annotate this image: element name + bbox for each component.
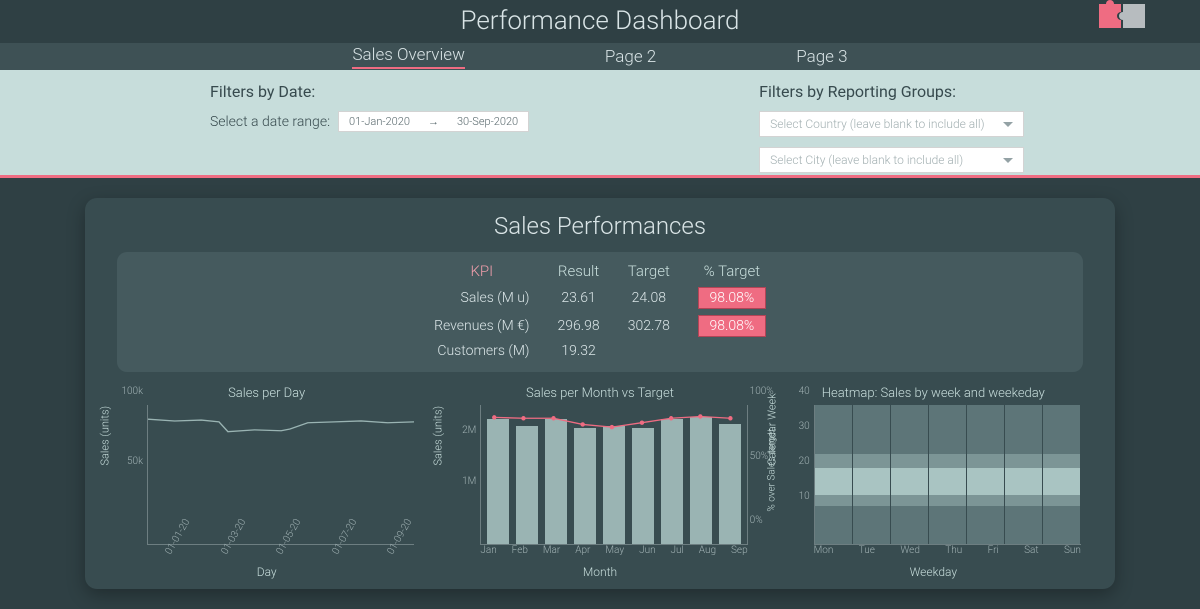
x-ticks: MonTueWedThuFriSatSun — [814, 545, 1081, 556]
country-placeholder: Select Country (leave blank to include a… — [770, 117, 984, 131]
puzzle-icon — [1123, 4, 1145, 28]
chart-sales-vs-target: Sales per Month vs Target Sales (units) … — [442, 386, 757, 579]
table-row: Sales (M u) 23.61 24.08 98.08% — [420, 284, 780, 312]
bar-plot[interactable] — [480, 405, 747, 545]
kpi-table: KPI Result Target % Target Sales (M u) 2… — [420, 258, 780, 362]
tab-page-3[interactable]: Page 3 — [796, 47, 847, 67]
chart-title: Heatmap: Sales by week and weekeday — [776, 386, 1091, 401]
kpi-col-pct: % Target — [684, 258, 780, 284]
filters-group-title: Filters by Reporting Groups: — [759, 82, 1024, 101]
chevron-down-icon — [1003, 122, 1013, 127]
y-axis-label: Sales (units) — [432, 405, 445, 465]
table-row: Revenues (M €) 296.98 302.78 98.08% — [420, 312, 780, 340]
page-tabs: Sales Overview Page 2 Page 3 — [0, 42, 1200, 70]
pct-badge: 98.08% — [698, 315, 766, 337]
page-title: Performance Dashboard — [460, 6, 739, 36]
city-placeholder: Select City (leave blank to include all) — [770, 153, 963, 167]
kpi-card: KPI Result Target % Target Sales (M u) 2… — [117, 252, 1083, 372]
filters-date-title: Filters by Date: — [210, 82, 529, 101]
x-ticks: JanFebMarAprMayJunJulAugSep — [480, 545, 747, 556]
puzzle-icon — [1099, 4, 1121, 28]
table-header-row: KPI Result Target % Target — [420, 258, 780, 284]
pct-badge: 98.08% — [698, 287, 766, 309]
country-select[interactable]: Select Country (leave blank to include a… — [759, 111, 1024, 137]
city-select[interactable]: Select City (leave blank to include all) — [759, 147, 1024, 173]
date-from: 01-Jan-2020 — [349, 115, 410, 128]
chart-sales-per-day: Sales per Day Sales (units) 100k 50k 01-… — [109, 386, 424, 579]
y-axis-label: Calendar Week — [765, 393, 778, 465]
chart-title: Sales per Day — [109, 386, 424, 401]
y-axis-label: Sales (units) — [99, 405, 112, 465]
kpi-col-kpi: KPI — [420, 258, 543, 284]
arrow-right-icon: → — [428, 115, 439, 128]
kpi-col-target: Target — [614, 258, 684, 284]
panel-title: Sales Performances — [109, 212, 1091, 240]
x-ticks: 01-01-20 01-03-20 01-05-20 01-07-20 01-0… — [147, 545, 414, 568]
sales-panel: Sales Performances KPI Result Target % T… — [85, 198, 1115, 589]
kpi-col-result: Result — [544, 258, 614, 284]
date-to: 30-Sep-2020 — [457, 115, 518, 128]
heatmap-plot[interactable] — [814, 405, 1081, 545]
chevron-down-icon — [1003, 158, 1013, 163]
table-row: Customers (M) 19.32 — [420, 340, 780, 362]
x-axis-label: Month — [442, 565, 757, 579]
date-range-picker[interactable]: 01-Jan-2020 → 30-Sep-2020 — [338, 111, 529, 132]
tab-page-2[interactable]: Page 2 — [605, 47, 656, 67]
x-axis-label: Weekday — [776, 565, 1091, 579]
date-range-label: Select a date range: — [210, 114, 330, 130]
tab-sales-overview[interactable]: Sales Overview — [352, 45, 464, 69]
app-logo — [1099, 4, 1145, 28]
chart-heatmap: Heatmap: Sales by week and weekeday Cale… — [776, 386, 1091, 579]
chart-title: Sales per Month vs Target — [442, 386, 757, 401]
